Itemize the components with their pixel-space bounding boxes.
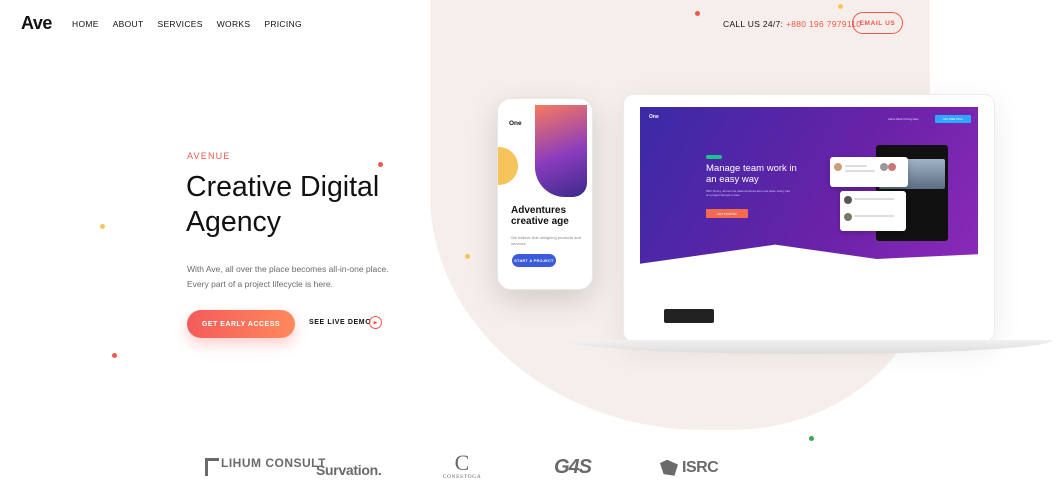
decor-dot [465,254,470,259]
hero-description-line-2: Every part of a project lifecycle is her… [187,278,333,289]
hero-title-line-1: Creative Digital [186,171,380,203]
phone-title: Adventures creative age [511,205,569,227]
text-line [845,170,875,172]
decor-dot [378,162,383,167]
conestoga-mark: C [454,450,470,475]
decor-dot [695,11,700,16]
call-info: CALL US 24/7: +880 196 7979110 [723,19,861,29]
hero-title-line-2: Agency [186,206,282,238]
screen-cta-button: GET STARTED [706,209,748,218]
decor-dot [112,353,117,358]
hero-description: With Ave, all over the place becomes all… [187,262,407,291]
phone-hero-image [535,105,587,197]
call-label: CALL US 24/7: [723,19,784,29]
text-line [854,215,894,217]
avatar [844,196,852,204]
client-logo-lihum-text: LIHUM CONSULT [221,456,326,470]
phone-decor-shape [498,147,518,185]
main-nav: HOME ABOUT SERVICES WORKS PRICING [72,19,316,29]
phone-logo: One [509,120,522,127]
client-logo-lihum[interactable]: LIHUM CONSULT [205,456,326,476]
site-logo[interactable]: Ave [21,13,52,34]
nav-item-works[interactable]: WORKS [217,19,251,29]
phone-start-button: START A PROJECT [512,254,556,267]
screen-logo: One [649,114,659,120]
avatar [880,163,888,171]
client-logos: LIHUM CONSULT Survation. C CONESTOGA G4S… [0,450,1061,490]
text-line [845,165,867,167]
screen-trial-button: GET FREE TRIAL [935,115,971,123]
avatar [888,163,896,171]
call-number[interactable]: +880 196 7979110 [786,19,861,29]
hero-description-line-1: With Ave, all over the place becomes all… [187,264,389,274]
decor-dot [809,436,814,441]
screen-white-card [840,191,906,231]
hero-title: Creative Digital Agency [186,170,436,240]
client-logo-survation[interactable]: Survation. [316,462,382,478]
email-us-button[interactable]: EMAIL US [852,12,903,34]
lihum-mark-icon [205,458,219,476]
decor-dot [100,224,105,229]
screen-white-card [830,157,908,187]
nav-item-pricing[interactable]: PRICING [264,19,302,29]
screen-tag [706,155,722,159]
laptop-mockup: One About Work Pricing Help GET FREE TRI… [623,94,995,342]
nav-item-services[interactable]: SERVICES [157,19,202,29]
client-logo-isrc[interactable]: ISRC [660,459,719,477]
screen-nav: About Work Pricing Help [888,117,919,121]
client-logo-isrc-text: ISRC [682,459,719,476]
avatar [844,213,852,221]
nav-item-home[interactable]: HOME [72,19,99,29]
decor-dot [838,4,843,9]
see-live-demo-link[interactable]: SEE LIVE DEMO [309,319,371,326]
screen-description: With Tommy, all over the place becomes a… [706,189,790,197]
phone-mockup: One Adventures creative age We believe t… [497,98,593,290]
screen-headline: Manage team work in an easy way [706,163,797,185]
conestoga-text: CONESTOGA [442,474,482,480]
client-logo-g4s[interactable]: G4S [554,456,592,479]
get-early-access-button[interactable]: GET EARLY ACCESS [187,310,295,338]
isrc-leaf-icon [660,459,678,476]
nav-item-about[interactable]: ABOUT [113,19,144,29]
play-icon[interactable]: ▶ [369,316,382,329]
text-line [854,198,894,200]
laptop-screen: One About Work Pricing Help GET FREE TRI… [640,107,978,322]
avatar [834,163,842,171]
client-logo-conestoga[interactable]: C CONESTOGA [440,450,484,481]
laptop-thumbnail [664,309,714,323]
hero-eyebrow: AVENUE [187,151,231,161]
phone-description: We believe that designing products and s… [511,235,581,246]
